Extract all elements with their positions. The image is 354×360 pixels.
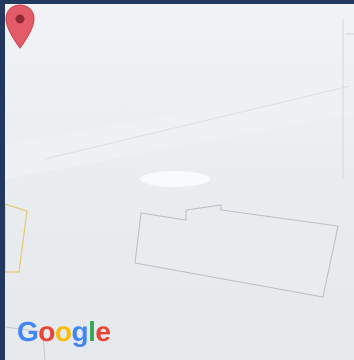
google-logo: Google <box>17 316 111 347</box>
google-logo-letter: l <box>88 316 96 347</box>
map-features <box>5 19 354 360</box>
pin-shadow <box>140 171 210 187</box>
road-area <box>5 84 354 179</box>
google-logo-letter: e <box>95 316 111 347</box>
map-view[interactable]: Google <box>5 4 354 360</box>
road-outline <box>5 203 28 273</box>
google-logo-letter: o <box>54 316 72 347</box>
map-frame: Google <box>0 0 354 360</box>
google-logo-letter: o <box>38 316 55 347</box>
map-pin-icon[interactable] <box>5 4 35 50</box>
google-logo-letter: G <box>17 316 39 347</box>
google-logo-letter: g <box>71 316 89 347</box>
building-outline[interactable] <box>134 204 339 298</box>
